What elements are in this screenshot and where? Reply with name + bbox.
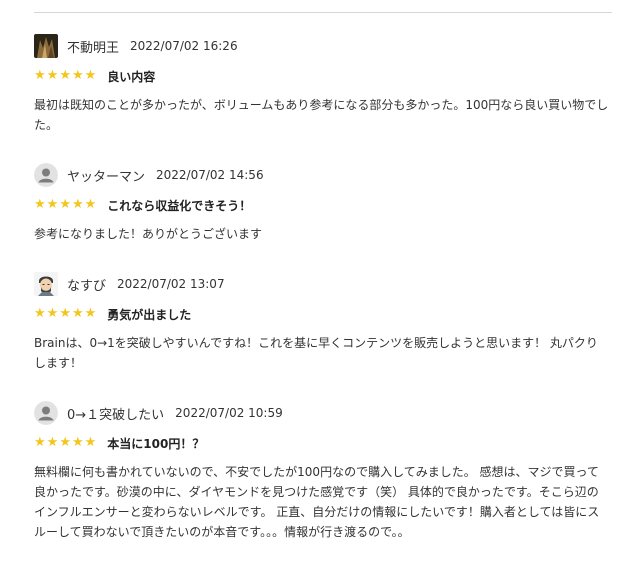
review-header: 0→１突破したい 2022/07/02 10:59	[34, 400, 614, 426]
review-body: 最初は既知のことが多かったが、ボリュームもあり参考になる部分も多かった。100円…	[34, 98, 609, 132]
star-icon: ★	[84, 197, 97, 212]
star-icon: ★	[71, 68, 84, 83]
review-header: 不動明王 2022/07/02 16:26	[34, 33, 614, 59]
review-body: 参考になりました！ありがとうございます	[34, 227, 263, 241]
reviewer-name[interactable]: 不動明王	[67, 37, 119, 56]
star-icon: ★	[46, 306, 59, 321]
star-icon: ★	[34, 435, 46, 450]
default-user-icon[interactable]	[34, 401, 58, 425]
star-icon: ★	[46, 68, 59, 83]
star-rating: ★ ★ ★ ★ ★	[34, 307, 96, 321]
review-date: 2022/07/02 14:56	[156, 168, 264, 182]
review-title: 本当に100円！？	[107, 436, 205, 451]
star-icon: ★	[34, 306, 46, 321]
review-body: 無料欄に何も書かれていないので、不安でしたが100円なので購入してみました。 感…	[34, 465, 600, 539]
star-icon: ★	[34, 68, 46, 83]
review-item: なすび 2022/07/02 13:07 ★ ★ ★ ★ ★ 勇気が出ました B…	[34, 271, 614, 373]
star-icon: ★	[71, 197, 84, 212]
top-divider	[34, 12, 612, 13]
review-date: 2022/07/02 13:07	[117, 277, 225, 291]
star-icon: ★	[84, 306, 97, 321]
star-icon: ★	[59, 435, 71, 450]
review-title: 良い内容	[107, 69, 156, 84]
review-title: これなら収益化できそう！	[107, 198, 252, 213]
reviewer-name[interactable]: 0→１突破したい	[67, 404, 164, 423]
star-icon: ★	[71, 435, 84, 450]
star-icon: ★	[59, 68, 71, 83]
review-item: 不動明王 2022/07/02 16:26 ★ ★ ★ ★ ★ 良い内容 最初は…	[34, 33, 614, 135]
rating-row: ★ ★ ★ ★ ★ 良い内容	[34, 66, 614, 86]
rating-row: ★ ★ ★ ★ ★ 本当に100円！？	[34, 433, 614, 453]
star-icon: ★	[84, 435, 97, 450]
star-icon: ★	[84, 68, 97, 83]
star-icon: ★	[46, 435, 59, 450]
star-rating: ★ ★ ★ ★ ★	[34, 436, 96, 450]
star-icon: ★	[34, 197, 46, 212]
star-icon: ★	[46, 197, 59, 212]
review-date: 2022/07/02 10:59	[175, 406, 283, 420]
review-item: 0→１突破したい 2022/07/02 10:59 ★ ★ ★ ★ ★ 本当に1…	[34, 400, 614, 542]
review-body: Brainは、0→1を突破しやすいんですね！これを基に早くコンテンツを販売しよう…	[34, 336, 598, 370]
photo-avatar-icon[interactable]	[34, 34, 58, 58]
default-user-icon[interactable]	[34, 163, 58, 187]
reviewer-name[interactable]: ヤッターマン	[67, 166, 145, 185]
rating-row: ★ ★ ★ ★ ★ 勇気が出ました	[34, 304, 614, 324]
review-header: ヤッターマン 2022/07/02 14:56	[34, 162, 614, 188]
star-icon: ★	[59, 306, 71, 321]
star-icon: ★	[59, 197, 71, 212]
illustration-avatar-icon[interactable]	[34, 272, 58, 296]
review-title: 勇気が出ました	[107, 307, 192, 322]
star-rating: ★ ★ ★ ★ ★	[34, 198, 96, 212]
review-item: ヤッターマン 2022/07/02 14:56 ★ ★ ★ ★ ★ これなら収益…	[34, 162, 614, 244]
star-rating: ★ ★ ★ ★ ★	[34, 69, 96, 83]
star-icon: ★	[71, 306, 84, 321]
reviewer-name[interactable]: なすび	[67, 275, 106, 294]
review-header: なすび 2022/07/02 13:07	[34, 271, 614, 297]
review-date: 2022/07/02 16:26	[130, 39, 238, 53]
rating-row: ★ ★ ★ ★ ★ これなら収益化できそう！	[34, 195, 614, 215]
